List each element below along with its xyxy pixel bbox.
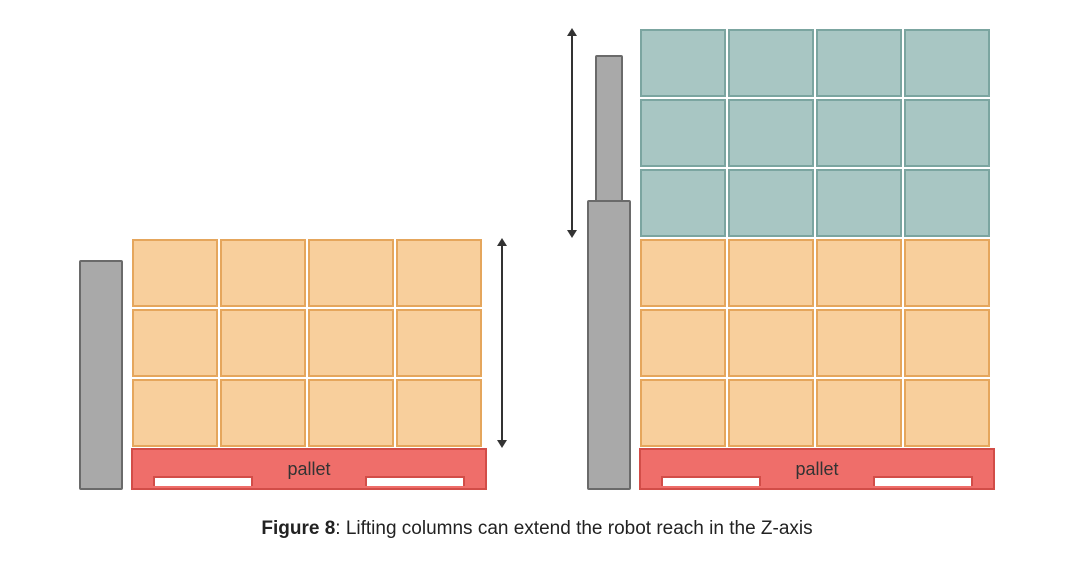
figure-caption: Figure 8: Lifting columns can extend the… xyxy=(20,518,1054,540)
box-orange xyxy=(904,379,990,447)
box-row xyxy=(639,378,995,448)
pallet-slot xyxy=(873,476,973,486)
stack-left: pallet xyxy=(131,238,487,490)
lifting-column-right-assembly xyxy=(587,200,631,490)
reach-arrow-icon xyxy=(501,244,503,442)
box-orange xyxy=(132,239,218,307)
arrow-right-of-left xyxy=(487,238,517,490)
box-orange xyxy=(220,239,306,307)
box-orange xyxy=(220,309,306,377)
box-teal xyxy=(904,99,990,167)
box-orange xyxy=(640,239,726,307)
box-orange xyxy=(728,239,814,307)
stack-right: pallet xyxy=(639,28,995,490)
box-orange xyxy=(132,379,218,447)
box-orange xyxy=(816,309,902,377)
pallet-right: pallet xyxy=(639,448,995,490)
box-orange xyxy=(396,309,482,377)
caption-prefix: Figure 8 xyxy=(261,518,335,539)
reach-arrow-icon xyxy=(571,34,573,232)
boxes-right xyxy=(639,28,995,448)
box-teal xyxy=(728,169,814,237)
scene-right: pallet xyxy=(557,28,995,490)
box-teal xyxy=(904,29,990,97)
box-row xyxy=(131,308,487,378)
caption-text: : Lifting columns can extend the robot r… xyxy=(335,518,812,539)
diagram-wrap: pallet pallet xyxy=(20,30,1054,490)
box-teal xyxy=(816,99,902,167)
box-teal xyxy=(640,99,726,167)
pallet-slots xyxy=(641,476,993,490)
box-row xyxy=(131,238,487,308)
box-orange xyxy=(308,379,394,447)
box-teal xyxy=(816,29,902,97)
box-orange xyxy=(728,309,814,377)
box-orange xyxy=(396,239,482,307)
pallet-left: pallet xyxy=(131,448,487,490)
scene-left: pallet xyxy=(79,238,517,490)
box-orange xyxy=(816,379,902,447)
box-row xyxy=(639,308,995,378)
box-orange xyxy=(396,379,482,447)
box-teal xyxy=(728,29,814,97)
box-orange xyxy=(132,309,218,377)
pallet-slot xyxy=(365,476,465,486)
box-orange xyxy=(728,379,814,447)
box-teal xyxy=(816,169,902,237)
box-teal xyxy=(640,29,726,97)
box-teal xyxy=(728,99,814,167)
box-teal xyxy=(904,169,990,237)
box-row xyxy=(639,238,995,308)
pallet-slot xyxy=(153,476,253,486)
box-orange xyxy=(640,379,726,447)
box-orange xyxy=(220,379,306,447)
box-orange xyxy=(308,239,394,307)
box-orange xyxy=(308,309,394,377)
pallet-slot xyxy=(661,476,761,486)
box-orange xyxy=(816,239,902,307)
arrow-left-of-right xyxy=(557,28,587,490)
box-row xyxy=(639,98,995,168)
box-orange xyxy=(904,309,990,377)
box-orange xyxy=(904,239,990,307)
lifting-column-left xyxy=(79,260,123,490)
boxes-left xyxy=(131,238,487,448)
box-row xyxy=(639,168,995,238)
box-row xyxy=(639,28,995,98)
box-row xyxy=(131,378,487,448)
box-orange xyxy=(640,309,726,377)
pallet-slots xyxy=(133,476,485,490)
box-teal xyxy=(640,169,726,237)
lifting-column-right xyxy=(587,200,631,490)
